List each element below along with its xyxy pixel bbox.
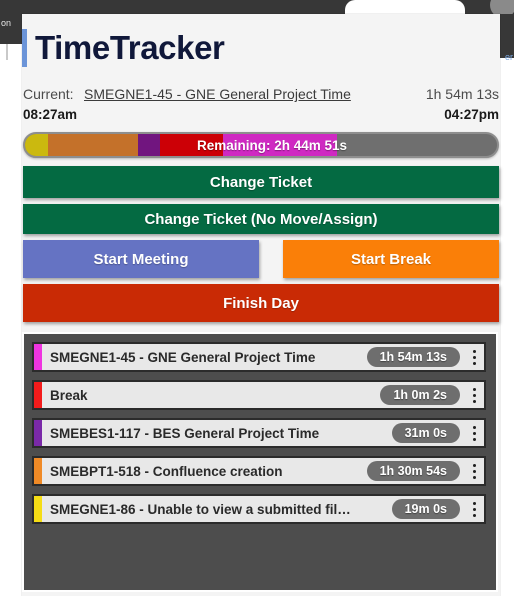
day-progress-bar[interactable]: Remaining: 2h 44m 51s — [23, 132, 499, 158]
current-label: Current: — [23, 86, 74, 102]
task-color-swatch — [34, 458, 42, 484]
current-elapsed-time: 1h 54m 13s — [425, 86, 499, 102]
browser-tab[interactable] — [345, 0, 465, 14]
title-accent-bar — [22, 29, 27, 67]
task-color-swatch — [34, 496, 42, 522]
chrome-left-text: on — [1, 18, 12, 28]
task-list-panel: SMEGNE1-45 - GNE General Project Time 1h … — [22, 332, 498, 592]
window-bottom-edge — [0, 596, 514, 611]
kebab-menu-icon[interactable] — [464, 458, 484, 484]
task-duration-badge: 1h 0m 2s — [380, 385, 460, 405]
task-color-swatch — [34, 382, 42, 408]
progress-remaining-label: Remaining: 2h 44m 51s — [197, 137, 348, 153]
task-duration-badge: 1h 30m 54s — [366, 461, 460, 481]
chrome-left-under — [0, 44, 22, 58]
task-color-swatch — [34, 344, 42, 370]
task-duration-badge: 31m 0s — [391, 423, 460, 443]
day-start-time: 08:27am — [23, 107, 78, 122]
change-ticket-no-move-button[interactable]: Change Ticket (No Move/Assign) — [23, 204, 499, 234]
task-label: SMEBPT1-518 - Confluence creation — [50, 463, 283, 479]
change-ticket-button[interactable]: Change Ticket — [23, 166, 499, 198]
task-duration-badge: 19m 0s — [391, 499, 460, 519]
task-row[interactable]: SMEBES1-117 - BES General Project Time 31… — [32, 418, 486, 448]
task-label: Break — [50, 387, 88, 403]
day-time-row: 08:27am 04:27pm — [22, 107, 500, 127]
page-title: TimeTracker — [35, 29, 225, 66]
kebab-menu-icon[interactable] — [464, 382, 484, 408]
task-label: SMEBES1-117 - BES General Project Time — [50, 425, 320, 441]
task-duration-badge: 1h 54m 13s — [366, 347, 460, 367]
task-label: SMEGNE1-86 - Unable to view a submitted … — [50, 501, 351, 517]
task-row[interactable]: SMEGNE1-86 - Unable to view a submitted … — [32, 494, 486, 524]
start-meeting-button[interactable]: Start Meeting — [23, 240, 259, 278]
kebab-menu-icon[interactable] — [464, 344, 484, 370]
kebab-menu-icon[interactable] — [464, 420, 484, 446]
timetracker-popup: TimeTracker Current: SMEGNE1-45 - GNE Ge… — [22, 14, 500, 596]
task-row[interactable]: SMEBPT1-518 - Confluence creation 1h 30m … — [32, 456, 486, 486]
task-color-swatch — [34, 420, 42, 446]
current-ticket-link[interactable]: SMEGNE1-45 - GNE General Project Time — [84, 86, 351, 102]
finish-day-button[interactable]: Finish Day — [23, 284, 499, 322]
task-label: SMEGNE1-45 - GNE General Project Time — [50, 349, 316, 365]
day-end-time: 04:27pm — [444, 107, 499, 122]
task-row[interactable]: Break 1h 0m 2s — [32, 380, 486, 410]
task-row[interactable]: SMEGNE1-45 - GNE General Project Time 1h … — [32, 342, 486, 372]
screen: on er TimeTracker Current: SMEGNE1-45 - … — [0, 0, 514, 611]
chrome-left-edge — [6, 44, 8, 60]
chrome-right-text: er — [504, 52, 513, 62]
current-ticket-row: Current: SMEGNE1-45 - GNE General Projec… — [22, 86, 500, 108]
kebab-menu-icon[interactable] — [464, 496, 484, 522]
popup-header: TimeTracker — [22, 14, 500, 76]
start-break-button[interactable]: Start Break — [283, 240, 499, 278]
